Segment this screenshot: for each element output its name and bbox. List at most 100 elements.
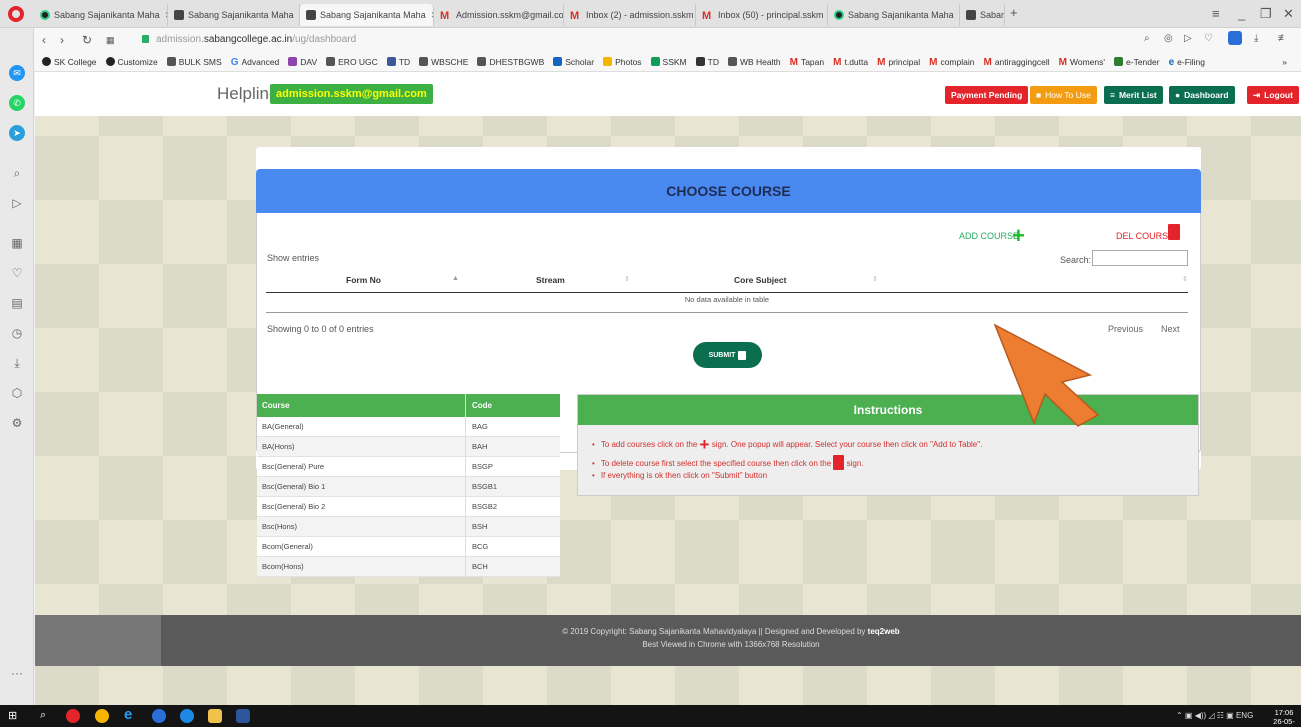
bookmark[interactable]: Scholar	[553, 57, 594, 67]
chrome-icon[interactable]	[95, 709, 109, 723]
bookmark[interactable]: Mt.dutta	[833, 57, 868, 69]
browser-tab[interactable]: Sabang Sajanikanta Maha✕	[34, 4, 168, 26]
close-icon[interactable]: ✕	[426, 10, 433, 21]
player-icon[interactable]: ▷	[9, 195, 25, 211]
settings-icon[interactable]: ⚙	[9, 415, 25, 431]
bookmark[interactable]: SSKM	[650, 57, 687, 67]
telegram-icon[interactable]: ➤	[9, 125, 25, 141]
bookmark[interactable]: DAV	[288, 57, 317, 67]
edge-icon[interactable]: e	[124, 706, 138, 723]
sort-icon[interactable]: ⇕	[1182, 275, 1188, 283]
messenger-icon[interactable]: ✉	[9, 65, 25, 81]
plus-icon[interactable]: +	[1012, 223, 1025, 249]
del-course-link[interactable]: DEL COURSE	[1116, 231, 1174, 241]
plus-icon: +	[699, 435, 710, 454]
heart-icon[interactable]: ♡	[9, 265, 25, 281]
file-explorer-icon[interactable]	[208, 709, 222, 723]
browser-tab[interactable]: Sabang Sajanikanta Maha✕	[168, 4, 300, 26]
clock[interactable]: 17:0626-05-2019	[1267, 708, 1301, 727]
new-tab-icon[interactable]: +	[1010, 5, 1018, 20]
more-icon[interactable]: ···	[9, 665, 25, 681]
sort-asc-icon[interactable]: ▲	[452, 275, 459, 282]
forward-icon[interactable]: ›	[60, 33, 64, 47]
submit-button[interactable]: SUBMIT	[693, 342, 762, 368]
add-course-link[interactable]: ADD COURSE	[959, 231, 1019, 241]
bookmark[interactable]: BULK SMS	[166, 57, 222, 67]
bookmark[interactable]: M Tapan	[790, 57, 825, 69]
gmail-icon: M	[833, 57, 842, 68]
app-icon[interactable]	[180, 709, 194, 723]
download-icon[interactable]: ⤓	[1254, 33, 1258, 44]
back-icon[interactable]: ‹	[42, 33, 46, 47]
restore-icon[interactable]: ❐	[1260, 6, 1272, 22]
search-icon[interactable]: ⌕	[40, 709, 54, 723]
bookmark[interactable]: Photos	[603, 57, 642, 67]
settings-icon[interactable]: ≢	[1278, 33, 1288, 44]
developer-link[interactable]: teq2web	[868, 627, 900, 636]
column-header-stream[interactable]: Stream	[536, 275, 565, 285]
close-icon[interactable]: ✕	[160, 10, 167, 21]
play-icon[interactable]: ▷	[1184, 33, 1192, 44]
bookmark[interactable]: TD	[695, 57, 719, 67]
browser-tab[interactable]: MInbox (50) - principal.sskm✕	[696, 4, 828, 26]
url-field[interactable]: admission.sabangcollege.ac.in/ug/dashboa…	[156, 34, 356, 45]
trash-icon[interactable]	[1168, 224, 1180, 240]
extensions-icon[interactable]: ⬡	[9, 385, 25, 401]
bookmark[interactable]: Customize	[105, 57, 158, 67]
bookmark[interactable]: DHESTBGWB	[477, 57, 544, 67]
whatsapp-icon[interactable]: ✆	[9, 95, 25, 111]
bookmark[interactable]: TD	[386, 57, 410, 67]
browser-icon[interactable]	[152, 709, 166, 723]
search-icon[interactable]: ⌕	[1144, 33, 1150, 44]
snapshot-icon[interactable]: ◎	[1164, 33, 1173, 44]
browser-tab[interactable]: MInbox (2) - admission.sskm✕	[564, 4, 696, 26]
search-input[interactable]	[1092, 250, 1188, 266]
close-window-icon[interactable]: ✕	[1283, 6, 1294, 22]
bookmark[interactable]: Mprincipal	[877, 57, 920, 69]
logout-button[interactable]: ⇥ Logout	[1247, 86, 1299, 104]
browser-tab-active[interactable]: Sabang Sajanikanta Maha✕	[300, 4, 434, 26]
lock-icon[interactable]	[142, 35, 149, 43]
tab-menu-icon[interactable]: ≡	[1212, 6, 1220, 21]
windows-start-icon[interactable]: ⊞	[8, 709, 22, 723]
bookmark[interactable]: WBSCHE	[419, 57, 468, 67]
extension-icon[interactable]	[1228, 31, 1242, 45]
sort-icon[interactable]: ⇕	[872, 275, 878, 283]
bookmark[interactable]: e-Tender	[1114, 57, 1160, 67]
column-header-form-no[interactable]: Form No	[346, 275, 381, 285]
bookmark[interactable]: Mcomplain	[929, 57, 974, 69]
history-icon[interactable]: ◷	[9, 325, 25, 341]
search-icon[interactable]: ⌕	[9, 165, 25, 181]
opera-logo-icon[interactable]	[8, 6, 24, 22]
opera-icon[interactable]	[66, 709, 80, 723]
reload-icon[interactable]: ↻	[82, 33, 92, 47]
speed-dial-icon[interactable]: ▦	[106, 35, 115, 46]
column-header-core-subject[interactable]: Core Subject	[734, 275, 786, 285]
previous-button[interactable]: Previous	[1108, 324, 1143, 334]
background-tile	[163, 328, 227, 392]
bookmark[interactable]: SK College	[42, 57, 97, 67]
word-icon[interactable]	[236, 709, 250, 723]
bookmark[interactable]: M Womens'	[1059, 57, 1105, 69]
bookmark[interactable]: G Advanced	[231, 57, 280, 69]
dashboard-button[interactable]: ● Dashboard	[1169, 86, 1235, 104]
browser-tab[interactable]: Sabang Sajanikanta Maha	[960, 4, 1005, 26]
speed-dial-icon[interactable]: ▦	[9, 235, 25, 251]
system-tray[interactable]: ⌃ ▣ ◀)) ◿ ☷ ▣ ENG	[1176, 711, 1253, 720]
merit-list-button[interactable]: ≡ Merit List	[1104, 86, 1163, 104]
download-icon[interactable]: ⤓	[9, 355, 25, 371]
sort-icon[interactable]: ⇕	[624, 275, 630, 283]
payment-pending-button[interactable]: Payment Pending	[945, 86, 1029, 104]
bookmarks-overflow-icon[interactable]: »	[1282, 57, 1301, 67]
tabs-icon[interactable]: ▤	[9, 295, 25, 311]
browser-tab[interactable]: MAdmission.sskm@gmail.co✕	[434, 4, 564, 26]
bookmark[interactable]: Mantiraggingcell	[983, 57, 1049, 69]
minimize-icon[interactable]: _	[1238, 6, 1245, 21]
how-to-use-button[interactable]: ■ How To Use	[1030, 86, 1097, 104]
bookmark[interactable]: WB Health	[727, 57, 781, 67]
browser-tab[interactable]: Sabang Sajanikanta Maha✕	[828, 4, 960, 26]
bookmark[interactable]: e e-Filing	[1169, 57, 1205, 69]
next-button[interactable]: Next	[1161, 324, 1180, 334]
heart-icon[interactable]: ♡	[1204, 33, 1213, 44]
bookmark[interactable]: ERO UGC	[326, 57, 378, 67]
